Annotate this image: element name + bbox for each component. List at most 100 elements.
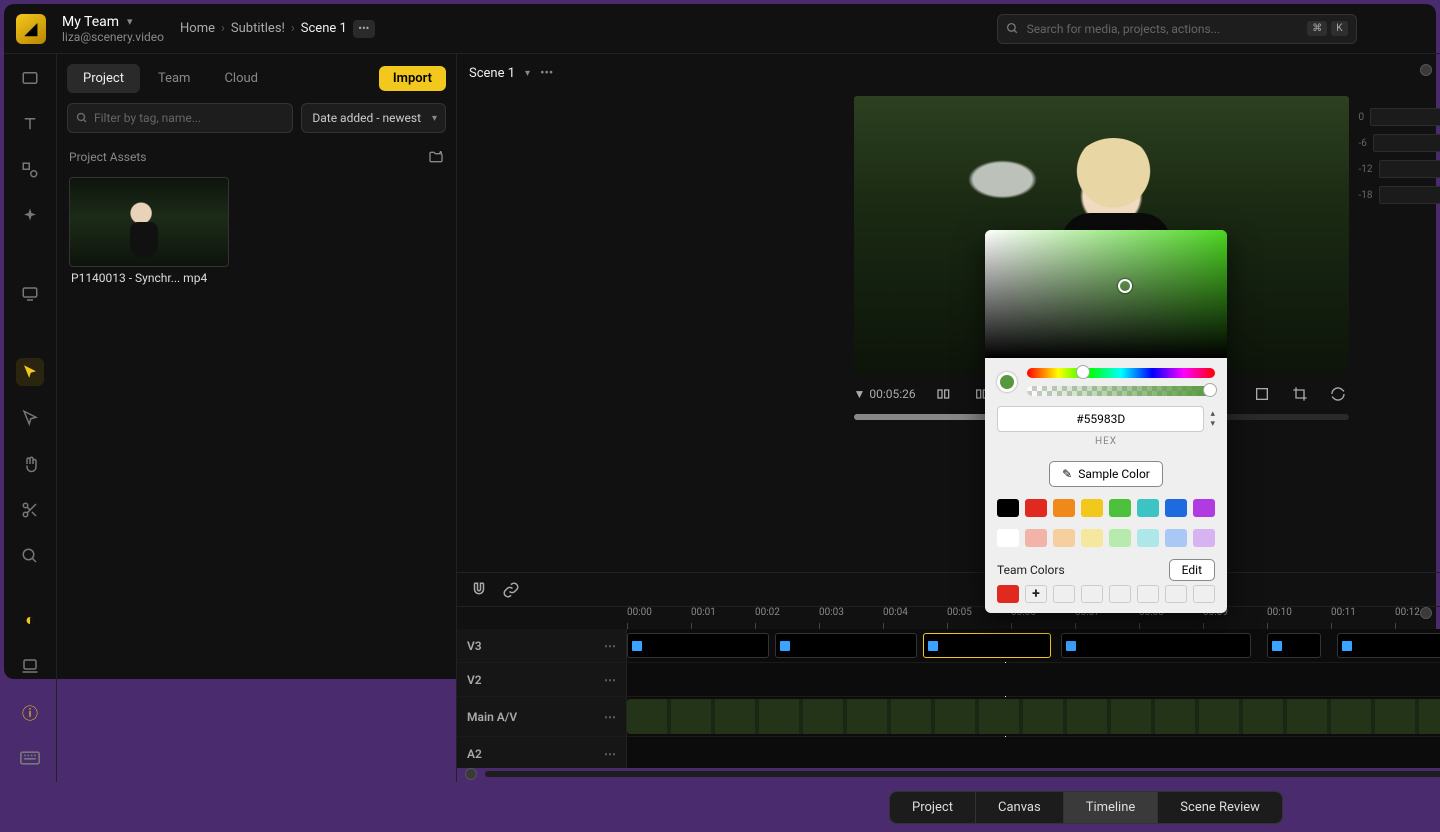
palette-swatch[interactable] bbox=[1165, 529, 1187, 547]
bc-scene[interactable]: Scene 1 bbox=[301, 21, 347, 36]
hand-icon[interactable] bbox=[16, 450, 44, 478]
folder-plus-icon[interactable] bbox=[428, 149, 444, 165]
palette-swatch[interactable] bbox=[1137, 529, 1159, 547]
seg-timeline[interactable]: Timeline bbox=[1064, 792, 1159, 823]
subtitle-clip-selected[interactable] bbox=[923, 633, 1051, 658]
cc-icon bbox=[1342, 641, 1352, 651]
screen-icon[interactable] bbox=[16, 280, 44, 308]
palette-swatch[interactable] bbox=[1193, 499, 1215, 517]
pointer-icon[interactable] bbox=[16, 358, 44, 386]
link-icon[interactable] bbox=[501, 580, 521, 600]
tab-project[interactable]: Project bbox=[67, 64, 140, 93]
info-icon[interactable]: ⓘ bbox=[16, 698, 44, 726]
keyboard-icon[interactable] bbox=[16, 744, 44, 772]
alpha-slider[interactable] bbox=[1027, 386, 1215, 396]
scroll-handle[interactable] bbox=[1420, 64, 1432, 76]
av-clip[interactable] bbox=[627, 699, 1440, 734]
add-team-color-button[interactable]: + bbox=[1025, 585, 1047, 603]
team-name[interactable]: My Team bbox=[62, 14, 119, 30]
frame-icon[interactable] bbox=[1252, 384, 1272, 404]
bc-home[interactable]: Home bbox=[180, 21, 215, 36]
text-icon[interactable] bbox=[16, 110, 44, 138]
ruler-tick[interactable]: 00:02 bbox=[755, 607, 819, 629]
tab-team[interactable]: Team bbox=[142, 64, 207, 93]
palette-swatch[interactable] bbox=[1137, 499, 1159, 517]
track-menu-icon[interactable]: ⋯ bbox=[604, 639, 616, 653]
hue-knob[interactable] bbox=[1076, 365, 1090, 379]
direct-select-icon[interactable] bbox=[16, 404, 44, 432]
track-menu-icon[interactable]: ⋯ bbox=[604, 710, 616, 724]
subtitle-clip[interactable] bbox=[627, 633, 769, 658]
sv-cursor[interactable] bbox=[1118, 279, 1132, 293]
chevron-down-icon[interactable]: ▾ bbox=[525, 68, 530, 79]
hex-field[interactable] bbox=[997, 406, 1204, 432]
asset-filter-input[interactable]: Filter by tag, name... bbox=[67, 103, 293, 133]
breadcrumb-more-icon[interactable]: ••• bbox=[353, 20, 375, 38]
ruler-tick[interactable]: 00:03 bbox=[819, 607, 883, 629]
shapes-icon[interactable] bbox=[16, 156, 44, 184]
chevron-down-icon[interactable]: ▾ bbox=[127, 15, 133, 28]
ruler-tick[interactable]: 00:01 bbox=[691, 607, 755, 629]
palette-swatch[interactable] bbox=[1081, 529, 1103, 547]
seg-project[interactable]: Project bbox=[890, 792, 976, 823]
seg-canvas[interactable]: Canvas bbox=[976, 792, 1064, 823]
track-menu-icon[interactable]: ⋯ bbox=[604, 673, 616, 687]
timeline-scrollbar[interactable] bbox=[485, 771, 1440, 777]
hue-slider[interactable] bbox=[1027, 368, 1215, 378]
subtitle-clip[interactable] bbox=[1337, 633, 1440, 658]
palette-swatch[interactable] bbox=[1025, 529, 1047, 547]
scissors-icon[interactable] bbox=[16, 496, 44, 524]
import-button[interactable]: Import bbox=[379, 66, 446, 91]
team-email: liza@scenery.video bbox=[62, 30, 164, 44]
zoom-out-handle[interactable] bbox=[465, 768, 477, 780]
ruler-tick[interactable]: 00:10 bbox=[1267, 607, 1331, 629]
global-search[interactable]: Search for media, projects, actions... ⌘… bbox=[997, 14, 1357, 44]
cc-icon bbox=[928, 641, 938, 651]
motion-icon[interactable]: ◐ bbox=[16, 606, 44, 634]
alpha-knob[interactable] bbox=[1203, 383, 1217, 397]
sample-color-button[interactable]: ✎ Sample Color bbox=[1049, 461, 1163, 487]
zoom-icon[interactable] bbox=[16, 542, 44, 570]
format-stepper[interactable]: ▴▾ bbox=[1210, 409, 1215, 429]
team-swatch[interactable] bbox=[997, 585, 1019, 603]
palette-swatch[interactable] bbox=[997, 529, 1019, 547]
palette-swatch[interactable] bbox=[1053, 529, 1075, 547]
scroll-handle[interactable] bbox=[1420, 607, 1432, 619]
saturation-value-field[interactable] bbox=[985, 230, 1227, 358]
track-menu-icon[interactable]: ⋯ bbox=[604, 747, 616, 761]
ruler-tick[interactable]: 00:11 bbox=[1331, 607, 1395, 629]
app-logo[interactable]: ◢ bbox=[16, 14, 46, 44]
palette-swatch[interactable] bbox=[1025, 499, 1047, 517]
sparkle-icon[interactable] bbox=[16, 202, 44, 230]
bc-project[interactable]: Subtitles! bbox=[231, 21, 285, 36]
color-palette-2 bbox=[985, 523, 1227, 553]
palette-swatch[interactable] bbox=[997, 499, 1019, 517]
subtitle-clip[interactable] bbox=[1267, 633, 1321, 658]
scene-label[interactable]: Scene 1 bbox=[469, 66, 515, 81]
device-icon[interactable] bbox=[16, 652, 44, 680]
prev-clip-icon[interactable] bbox=[934, 384, 954, 404]
tab-cloud[interactable]: Cloud bbox=[208, 64, 274, 93]
palette-swatch[interactable] bbox=[1109, 499, 1131, 517]
crop-icon[interactable] bbox=[1290, 384, 1310, 404]
subtitle-clip[interactable] bbox=[775, 633, 917, 658]
palette-swatch[interactable] bbox=[1053, 499, 1075, 517]
search-placeholder: Search for media, projects, actions... bbox=[1027, 22, 1221, 36]
palette-swatch[interactable] bbox=[1165, 499, 1187, 517]
edit-team-colors-button[interactable]: Edit bbox=[1169, 559, 1215, 581]
magnet-icon[interactable] bbox=[469, 580, 489, 600]
sort-select[interactable]: Date added - newest bbox=[301, 103, 446, 133]
subtitle-clip[interactable] bbox=[1061, 633, 1251, 658]
color-palette-1 bbox=[985, 493, 1227, 523]
ruler-tick[interactable]: 00:00 bbox=[627, 607, 691, 629]
more-icon[interactable]: ••• bbox=[540, 66, 553, 81]
seg-review[interactable]: Scene Review bbox=[1158, 792, 1282, 823]
media-icon[interactable] bbox=[16, 64, 44, 92]
team-colors-label: Team Colors bbox=[997, 563, 1065, 577]
palette-swatch[interactable] bbox=[1193, 529, 1215, 547]
loop-icon[interactable] bbox=[1328, 384, 1348, 404]
ruler-tick[interactable]: 00:04 bbox=[883, 607, 947, 629]
asset-item[interactable]: P1140013 - Synchr... mp4 bbox=[69, 177, 229, 289]
palette-swatch[interactable] bbox=[1109, 529, 1131, 547]
palette-swatch[interactable] bbox=[1081, 499, 1103, 517]
